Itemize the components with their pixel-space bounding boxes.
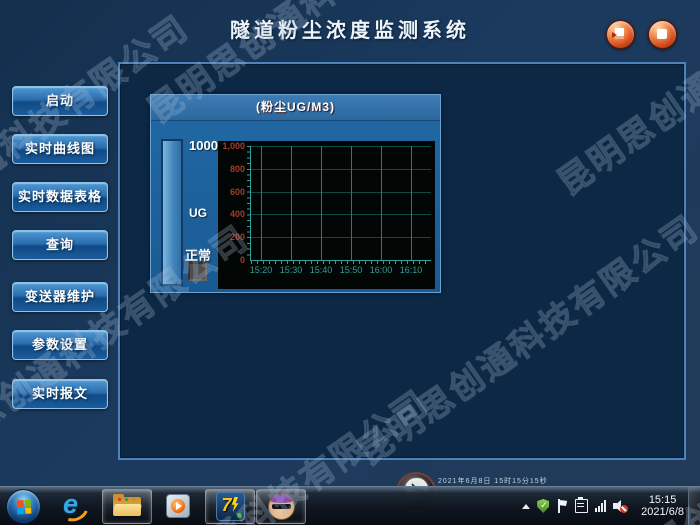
folder-icon (113, 497, 141, 516)
taskbar-item-media-player[interactable] (158, 489, 198, 523)
v-gridline (381, 146, 382, 260)
v-gridline (411, 146, 412, 260)
sidebar-item-4[interactable]: 查询 (12, 230, 108, 260)
clock-date: 2021/6/8 (641, 506, 684, 519)
status-indicator-lamp (188, 262, 207, 281)
app-window: 隧道粉尘浓度监测系统 启动实时曲线图实时数据表格查询变送器维护参数设置实时报文 … (0, 0, 700, 487)
x-tick-label: 16:00 (370, 265, 393, 275)
x-tick-label: 16:10 (400, 265, 423, 275)
action-center-flag-icon[interactable] (556, 499, 568, 513)
y-tick-label: 400 (230, 209, 245, 219)
chart-plot-area: 1,000800600400200015:2015:3015:4015:5016… (250, 146, 431, 261)
screen: 隧道粉尘浓度监测系统 启动实时曲线图实时数据表格查询变送器维护参数设置实时报文 … (0, 0, 700, 525)
internet-explorer-icon: e (57, 491, 87, 521)
titlebar-buttons (606, 20, 677, 49)
v-gridline (351, 146, 352, 260)
x-tick-label: 15:40 (310, 265, 333, 275)
h-gridline (251, 146, 431, 147)
h-gridline (251, 237, 431, 238)
sidebar-item-3[interactable]: 实时数据表格 (12, 182, 108, 212)
taskbar-item-internet-explorer[interactable]: e (52, 489, 92, 523)
sidebar-item-1[interactable]: 启动 (12, 86, 108, 116)
groupbox-body: 1000 UG 正常 1,000800600400200015:2015:301… (151, 121, 440, 292)
x-tick-label: 15:30 (280, 265, 303, 275)
windows-logo-icon (16, 499, 31, 514)
h-gridline (251, 192, 431, 193)
sidebar-item-7[interactable]: 实时报文 (12, 379, 108, 409)
gauge-unit-label: UG (189, 206, 207, 220)
h-gridline (251, 214, 431, 215)
tray-app-icon[interactable] (575, 499, 588, 513)
v-gridline (321, 146, 322, 260)
sidebar-item-2[interactable]: 实时曲线图 (12, 134, 108, 164)
status-datetime-text: 2021年6月8日 15时15分15秒 (438, 476, 690, 486)
seven-lightning-icon: 7 (216, 492, 245, 521)
exit-login-button[interactable] (606, 20, 635, 49)
taskbar-item-automation-tool[interactable]: 7 (205, 489, 255, 524)
taskbar: e 7 15:15 2021/6/8 (0, 486, 700, 525)
clock-time: 15:15 (641, 494, 684, 507)
y-tick-label: 200 (230, 232, 245, 242)
sidebar-item-5[interactable]: 变送器维护 (12, 282, 108, 312)
x-tick-label: 15:20 (250, 265, 273, 275)
trend-chart: 1,000 800 600 400 200 0 15:20 15:30 15:40 15:50 16… (218, 141, 435, 289)
v-gridline (261, 146, 262, 260)
content-panel: (粉尘UG/M3) 1000 UG 正常 1,00080060040020001… (118, 62, 686, 460)
start-button[interactable] (6, 489, 41, 524)
y-tick-label: 600 (230, 187, 245, 197)
sidebar: 启动实时曲线图实时数据表格查询变送器维护参数设置实时报文 (0, 0, 118, 487)
system-tray: 15:15 2021/6/8 (522, 487, 684, 525)
mute-badge-icon (620, 505, 628, 513)
y-tick-label: 800 (230, 164, 245, 174)
hidden-icons-arrow[interactable] (522, 504, 530, 509)
taskbar-item-avatar-app[interactable] (256, 489, 306, 524)
stop-square-icon (657, 29, 667, 39)
exit-door-icon (615, 28, 624, 39)
taskbar-clock[interactable]: 15:15 2021/6/8 (641, 494, 684, 519)
network-signal-icon[interactable] (595, 500, 606, 512)
x-tick-label: 15:50 (340, 265, 363, 275)
security-shield-icon[interactable] (537, 499, 549, 513)
dust-groupbox: (粉尘UG/M3) 1000 UG 正常 1,00080060040020001… (150, 94, 441, 293)
show-desktop-button[interactable] (688, 487, 700, 525)
v-gridline (291, 146, 292, 260)
taskbar-item-file-explorer[interactable] (102, 489, 152, 524)
media-player-icon (166, 494, 190, 518)
sidebar-item-6[interactable]: 参数设置 (12, 330, 108, 360)
stop-button[interactable] (648, 20, 677, 49)
dust-level-gauge (161, 139, 183, 286)
h-gridline (251, 169, 431, 170)
avatar-face-icon (268, 493, 295, 520)
y-tick-label: 1,000 (222, 141, 245, 151)
volume-muted-icon[interactable] (613, 499, 628, 513)
groupbox-title: (粉尘UG/M3) (151, 95, 440, 121)
y-tick-label: 0 (240, 255, 245, 265)
gauge-max-label: 1000 (189, 138, 218, 153)
